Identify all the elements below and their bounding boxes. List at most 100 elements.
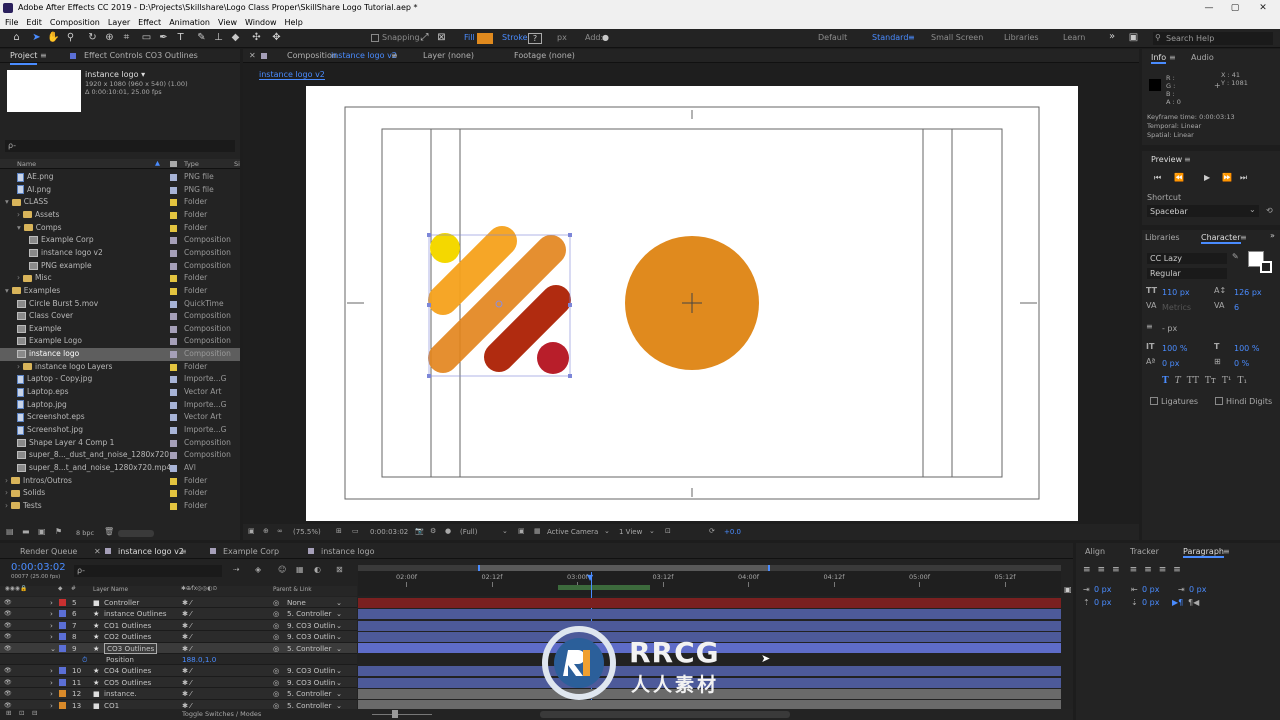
comp-tab-prefix[interactable]: Composition — [287, 49, 337, 63]
project-scrollbar[interactable] — [118, 530, 154, 537]
project-list-item[interactable]: ▾ CLASS Folder — [0, 196, 240, 209]
new-comp-icon[interactable]: ▣ — [38, 527, 46, 536]
rectangle-tool-icon[interactable]: ▭ — [140, 31, 153, 45]
render-queue-tab[interactable]: Render Queue — [20, 547, 77, 556]
next-frame-icon[interactable]: ⏩ — [1222, 173, 1232, 182]
motion-blur-icon[interactable]: ◐ — [314, 565, 321, 574]
project-list-item[interactable]: Laptop.eps Vector Art — [0, 386, 240, 399]
timeline-layer-row[interactable]: 👁 › 12 ■ instance. ✱ ⁄ ◎ 5. Controller ⌄ — [0, 688, 357, 700]
more-panels-icon[interactable]: » — [1270, 231, 1275, 240]
menu-edit[interactable]: Edit — [26, 18, 42, 27]
layer-switches-icon[interactable]: ✱ ⁄ — [182, 620, 192, 631]
comp-subtab[interactable]: instance logo v2 — [259, 70, 325, 80]
chevron-down-icon[interactable]: ▾ — [5, 197, 9, 206]
always-preview-icon[interactable]: ▣ — [248, 527, 255, 535]
workspace-libraries[interactable]: Libraries — [1004, 33, 1039, 42]
project-tab-menu-icon[interactable]: ≡ — [40, 49, 47, 63]
toggle-switches-modes[interactable]: Toggle Switches / Modes — [182, 710, 261, 718]
project-list-item[interactable]: super_8...t_and_noise_1280x720.mp4 AVI — [0, 462, 240, 475]
project-list-item[interactable]: instance logo Composition — [0, 348, 240, 361]
vscale-value[interactable]: 100 % — [1162, 344, 1187, 353]
project-list-item[interactable]: Laptop.jpg Importe...G — [0, 399, 240, 412]
faux-bold-button[interactable]: T — [1162, 376, 1169, 386]
snapping-checkbox[interactable] — [371, 34, 379, 42]
small-caps-button[interactable]: Tт — [1205, 376, 1216, 386]
font-family-dropdown[interactable]: CC Lazy — [1147, 253, 1227, 264]
layer-switches-icon[interactable]: ✱ ⁄ — [182, 608, 192, 619]
workspace-standard[interactable]: Standard — [872, 33, 908, 42]
project-list-item[interactable]: › instance logo Layers Folder — [0, 361, 240, 374]
character-tab-menu-icon[interactable]: ≡ — [1240, 233, 1247, 242]
label-color-swatch[interactable] — [170, 389, 177, 397]
puppet-tool-icon[interactable]: ✥ — [270, 31, 283, 45]
layer-switches-icon[interactable]: ✱ ⁄ — [182, 643, 192, 654]
paragraph-tab-menu-icon[interactable]: ≡ — [1223, 547, 1230, 556]
rtl-direction-icon[interactable]: ¶◀ — [1188, 598, 1199, 607]
label-color-swatch[interactable] — [170, 439, 177, 447]
shy-layers-icon[interactable]: ☺ — [278, 565, 286, 574]
label-color-swatch[interactable] — [170, 338, 177, 346]
project-list-item[interactable]: PNG example Composition — [0, 260, 240, 273]
comp-mini-flowchart-icon[interactable]: ⇢ — [233, 565, 240, 574]
layer-label-swatch[interactable] — [59, 690, 66, 698]
space-before-value[interactable]: 0 px — [1094, 598, 1111, 607]
timeline-layer-row[interactable]: 👁 ⌄ 9 ★ CO3 Outlines ✱ ⁄ ◎ 5. Controller ⌄ — [0, 642, 357, 655]
snapshot-icon[interactable]: 📷 — [415, 527, 424, 535]
visibility-eye-icon[interactable]: 👁 — [4, 643, 12, 654]
hscale-value[interactable]: 100 % — [1234, 344, 1259, 353]
position-value[interactable]: 188.0,1.0 — [182, 654, 216, 665]
ligatures-checkbox[interactable] — [1150, 397, 1158, 405]
time-ruler[interactable]: 02:00f 02:12f 03:00f 03:12f 04:00f 04:12f 05:0… — [358, 565, 1061, 596]
project-list-item[interactable]: super_8..._dust_and_noise_1280x720 Compos… — [0, 449, 240, 462]
layer-label-swatch[interactable] — [59, 633, 66, 641]
project-list-item[interactable]: ▾ Comps Folder — [0, 222, 240, 235]
indent-left-value[interactable]: 0 px — [1094, 585, 1111, 594]
project-list-item[interactable]: Laptop - Copy.jpg Importe...G — [0, 373, 240, 386]
leading-value[interactable]: 126 px — [1234, 288, 1262, 297]
label-color-swatch[interactable] — [170, 224, 177, 232]
workspace-learn[interactable]: Learn — [1063, 33, 1085, 42]
parent-header[interactable]: Parent & Link — [273, 587, 312, 593]
timeline-layer-row[interactable]: 👁 › 6 ★ instance Outlines ✱ ⁄ ◎ 5. Controller ⌄ — [0, 608, 357, 620]
comp-button-icon[interactable]: ▣ — [1064, 585, 1072, 594]
rotate-tool-icon[interactable]: ↻ — [86, 31, 99, 45]
workspace-small-screen[interactable]: Small Screen — [931, 33, 983, 42]
all-caps-button[interactable]: TT — [1187, 376, 1199, 386]
resolution-dropdown[interactable]: (Full) — [460, 528, 477, 536]
type-tool-icon[interactable]: T — [174, 31, 187, 45]
label-color-swatch[interactable] — [170, 300, 177, 308]
audio-tab[interactable]: Audio — [1191, 53, 1214, 62]
align-right-icon[interactable]: ≡ — [1112, 565, 1120, 575]
region-icon[interactable]: ▭ — [352, 527, 359, 535]
project-list-item[interactable]: › Assets Folder — [0, 209, 240, 222]
more-workspaces-icon[interactable]: » — [1109, 31, 1115, 42]
timeline-scrollbar[interactable] — [540, 711, 790, 718]
mask-icon[interactable]: ∞ — [277, 527, 283, 535]
libraries-tab[interactable]: Libraries — [1145, 233, 1180, 242]
timeline-layer-row[interactable]: 👁 › 5 ■ Controller ✱ ⁄ ◎ None ⌄ — [0, 597, 357, 609]
menu-help[interactable]: Help — [285, 18, 303, 27]
comp-tab-menu-icon[interactable]: ≡ — [391, 49, 398, 63]
effect-controls-tab[interactable]: Effect Controls CO3 Outlines — [84, 49, 198, 63]
expand-twirl-icon[interactable]: › — [50, 665, 53, 676]
label-color-swatch[interactable] — [170, 490, 177, 498]
property-name[interactable]: Position — [106, 654, 134, 665]
clone-stamp-tool-icon[interactable]: ⊥ — [212, 31, 225, 45]
color-icon[interactable]: ● — [445, 527, 451, 535]
paragraph-tab[interactable]: Paragraph — [1183, 547, 1224, 558]
expand-twirl-icon[interactable]: › — [50, 688, 53, 699]
sync-icon[interactable]: ▣ — [1127, 31, 1140, 45]
timeline-layer-row[interactable]: 👁 › 10 ★ CO4 Outlines ✱ ⁄ ◎ 9. CO3 Outlin ⌄ — [0, 665, 357, 677]
delete-icon[interactable]: 🗑 — [104, 527, 114, 536]
menu-animation[interactable]: Animation — [169, 18, 210, 27]
timeline-tab-active[interactable]: instance logo v2 — [118, 547, 184, 556]
toggle-icon[interactable]: ⊡ — [665, 527, 671, 535]
zoom-slider-thumb[interactable] — [392, 710, 398, 718]
layer-property-row[interactable]: ⏱ Position 188.0,1.0 — [0, 654, 357, 666]
expand-twirl-icon[interactable]: › — [50, 677, 53, 688]
interpret-footage-icon[interactable]: ▤ — [6, 527, 14, 536]
work-area-range[interactable] — [478, 565, 770, 571]
justify-left-icon[interactable]: ≡ — [1130, 565, 1138, 575]
expand-icon[interactable]: ⊟ — [32, 709, 37, 717]
hindi-digits-checkbox[interactable] — [1215, 397, 1223, 405]
